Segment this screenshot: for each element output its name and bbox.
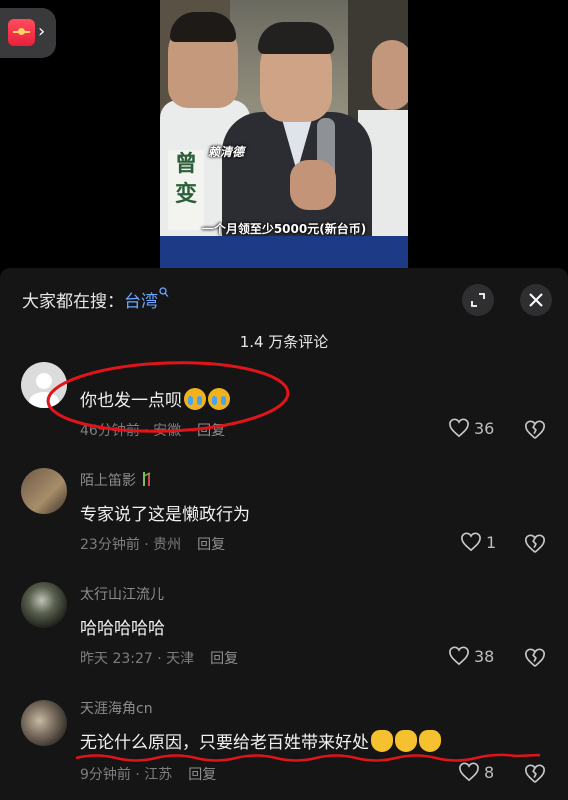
reply-button[interactable]: 回复 [210,651,238,667]
bamboo-badge-icon [143,472,151,486]
reply-button[interactable]: 回复 [197,423,225,439]
redpacket-button[interactable]: › [0,8,56,58]
comment-username[interactable]: 陌上笛影 [80,470,154,490]
video-speaker-hand [290,160,336,210]
chevron-right-icon: › [38,21,46,42]
avatar[interactable] [21,700,67,746]
broken-heart-icon[interactable] [524,533,546,555]
video-area[interactable]: 曾 变 赖清德 一个月领至少5000元(新台币) › [0,0,568,268]
video-speaker-hair [258,22,334,54]
heart-icon [461,532,481,552]
comment-time-location: 46分钟前 · 安徽 [80,423,182,439]
comment-text-row: 无论什么原因，只要给老百姓带来好处 [80,728,441,753]
heart-icon [449,418,469,438]
heart-icon [449,646,469,666]
close-icon [529,293,543,307]
avatar[interactable] [21,362,67,408]
comments-panel: 大家都在搜：台湾 1.4 万条评论 你也发一点呗 46分钟前 · 安徽 回复 36 [0,268,568,800]
like-button[interactable]: 8 [458,762,494,782]
comment-username[interactable]: 天涯海角cn [80,698,153,718]
heart-icon [459,762,479,782]
avatar[interactable] [21,582,67,628]
video-speaker-name: 赖清德 [208,145,245,159]
comment-time-location: 9分钟前 · 江苏 [80,767,173,783]
comment-text-row: 你也发一点呗 [80,386,230,411]
like-count: 36 [474,418,495,438]
expand-icon [471,293,485,307]
like-count: 38 [474,646,495,666]
broken-heart-icon[interactable] [524,647,546,669]
comment-item: 太行山江流儿 哈哈哈哈哈 昨天 23:27 · 天津 回复 38 [0,578,568,688]
comment-time-location: 23分钟前 · 贵州 [80,537,182,553]
comment-item: 陌上笛影 专家说了这是懒政行为 23分钟前 · 贵州 回复 1 [0,458,568,568]
comment-text: 哈哈哈哈哈 [80,619,165,639]
broken-heart-icon[interactable] [524,419,546,441]
comment-meta: 9分钟前 · 江苏 回复 [80,764,216,784]
comment-item: 你也发一点呗 46分钟前 · 安徽 回复 36 [0,348,568,448]
video-caption: 一个月领至少5000元(新台币) [201,222,367,236]
trending-search-label: 大家都在搜： [22,292,124,312]
video-sign: 曾 变 [168,150,204,230]
comment-meta: 23分钟前 · 贵州 回复 [80,534,225,554]
like-count: 1 [486,532,497,552]
video-person-bystander-hair [170,12,236,42]
clapping-hands-emoji [395,730,417,752]
comment-meta: 昨天 23:27 · 天津 回复 [80,648,238,668]
expand-button[interactable] [462,284,494,316]
clapping-hands-emoji [371,730,393,752]
comment-text: 无论什么原因，只要给老百姓带来好处 [80,733,369,753]
comment-text: 专家说了这是懒政行为 [80,505,250,525]
crying-face-emoji [208,388,230,410]
reply-button[interactable]: 回复 [197,537,225,553]
trending-search[interactable]: 大家都在搜：台湾 [22,287,169,312]
like-button[interactable]: 38 [448,646,494,666]
comment-time-location: 昨天 23:27 · 天津 [80,651,195,667]
redpacket-icon [8,19,35,46]
crying-face-emoji [184,388,206,410]
trending-search-term[interactable]: 台湾 [124,292,158,312]
broken-heart-icon[interactable] [524,763,546,785]
close-button[interactable] [520,284,552,316]
video-podium [160,236,408,268]
video-person-right-head [372,40,408,110]
avatar[interactable] [21,468,67,514]
search-icon [159,287,169,301]
reply-button[interactable]: 回复 [188,767,216,783]
comment-meta: 46分钟前 · 安徽 回复 [80,420,225,440]
comment-text: 你也发一点呗 [80,391,182,411]
comment-item: 天涯海角cn 无论什么原因，只要给老百姓带来好处 9分钟前 · 江苏 回复 8 [0,692,568,800]
comment-username[interactable]: 太行山江流儿 [80,584,164,604]
video-frame[interactable]: 曾 变 赖清德 一个月领至少5000元(新台币) [160,0,408,268]
like-button[interactable]: 1 [460,532,496,552]
like-count: 8 [484,762,495,782]
clapping-hands-emoji [419,730,441,752]
video-sign-text: 曾 变 [174,152,197,207]
comment-username-text: 陌上笛影 [80,473,136,489]
like-button[interactable]: 36 [448,418,494,438]
